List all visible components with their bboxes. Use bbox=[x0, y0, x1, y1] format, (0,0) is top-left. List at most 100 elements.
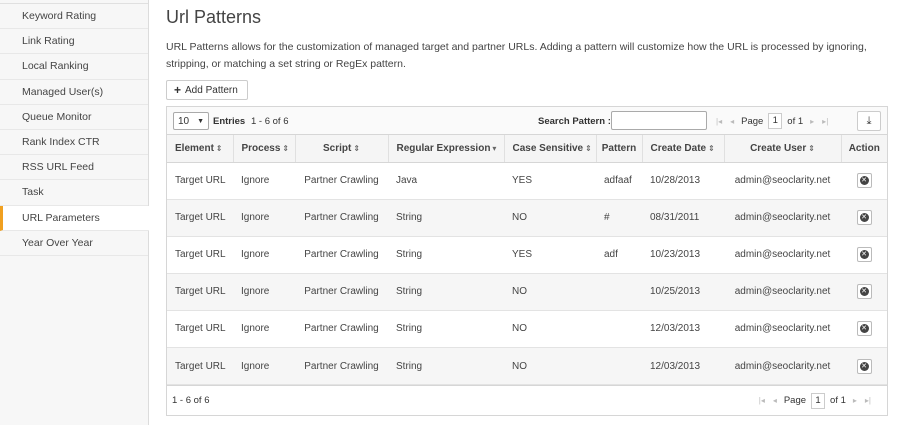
sort-icon: ⇕ bbox=[708, 143, 715, 153]
cell-pattern bbox=[596, 310, 642, 348]
cell-process: Ignore bbox=[233, 347, 295, 386]
sidebar-item-rank-index-ctr[interactable]: Rank Index CTR bbox=[0, 130, 148, 156]
first-page-icon[interactable]: |◂ bbox=[759, 396, 765, 405]
entries-label: Entries bbox=[213, 115, 246, 127]
delete-button[interactable]: ✕ bbox=[856, 173, 872, 189]
add-pattern-button[interactable]: + Add Pattern bbox=[166, 80, 248, 100]
cell-regex: Java bbox=[388, 162, 504, 200]
sidebar-item-managed-users[interactable]: Managed User(s) bbox=[0, 80, 148, 105]
cell-element: Target URL bbox=[167, 162, 233, 200]
delete-button[interactable]: ✕ bbox=[856, 284, 872, 300]
cell-case-sensitive: YES bbox=[504, 162, 596, 200]
cell-action: ✕ bbox=[841, 236, 887, 274]
sidebar-item-task[interactable]: Task bbox=[0, 180, 148, 206]
column-header-create-date[interactable]: Create Date ⇕ bbox=[642, 135, 725, 163]
page-number-input[interactable]: 1 bbox=[811, 392, 826, 409]
url-patterns-grid: 10 ▼ Entries 1 - 6 of 6 Search Pattern :… bbox=[166, 106, 888, 416]
cell-regex: String bbox=[388, 236, 504, 274]
cell-regex: String bbox=[388, 199, 504, 237]
footer-record-count: 1 - 6 of 6 bbox=[172, 395, 210, 406]
cell-action: ✕ bbox=[841, 273, 887, 311]
delete-button[interactable]: ✕ bbox=[856, 358, 872, 374]
sort-icon: ⇕ bbox=[808, 143, 815, 153]
delete-button[interactable]: ✕ bbox=[856, 321, 872, 337]
close-icon: ✕ bbox=[859, 287, 869, 297]
sort-icon: ⇕ bbox=[585, 143, 592, 153]
cell-pattern: adfaaf bbox=[596, 162, 642, 200]
cell-element: Target URL bbox=[167, 236, 233, 274]
cell-case-sensitive: NO bbox=[504, 273, 596, 311]
cell-action: ✕ bbox=[841, 347, 887, 386]
download-icon[interactable]: ⤓ bbox=[857, 111, 881, 131]
column-header-process[interactable]: Process ⇕ bbox=[233, 135, 296, 163]
last-page-icon[interactable]: ▸| bbox=[865, 396, 871, 405]
bottom-pager: |◂ ◂ Page 1 of 1 ▸ ▸| bbox=[755, 392, 875, 409]
plus-icon: + bbox=[174, 83, 182, 97]
cell-script: Partner Crawling bbox=[295, 199, 388, 237]
cell-create-date: 12/03/2013 bbox=[642, 347, 724, 386]
column-header-pattern[interactable]: Pattern bbox=[596, 135, 643, 163]
cell-create-date: 10/23/2013 bbox=[642, 236, 724, 274]
page-description: URL Patterns allows for the customizatio… bbox=[166, 41, 867, 70]
table-row: Target URL Ignore Partner Crawling Strin… bbox=[167, 199, 887, 237]
cell-create-user: admin@seoclarity.net bbox=[724, 199, 841, 237]
page-of-label: of 1 bbox=[830, 395, 846, 406]
column-header-action: Action bbox=[841, 135, 887, 163]
column-header-script[interactable]: Script ⇕ bbox=[295, 135, 389, 163]
grid-footer: 1 - 6 of 6 |◂ ◂ Page 1 of 1 ▸ ▸| bbox=[167, 385, 887, 415]
page-size-select[interactable]: 10 ▼ bbox=[173, 112, 209, 130]
cell-create-user: admin@seoclarity.net bbox=[724, 236, 841, 274]
page-number-input[interactable]: 1 bbox=[768, 113, 783, 129]
next-page-icon[interactable]: ▸ bbox=[853, 396, 857, 405]
search-pattern-input[interactable] bbox=[611, 111, 707, 130]
cell-pattern: # bbox=[596, 199, 642, 237]
cell-create-user: admin@seoclarity.net bbox=[724, 347, 841, 386]
sidebar-item-local-ranking[interactable]: Local Ranking bbox=[0, 54, 148, 80]
table-header-row: Element ⇕ Process ⇕ Script ⇕ Regular Expres… bbox=[167, 135, 887, 163]
cell-create-date: 10/28/2013 bbox=[642, 162, 724, 200]
sidebar: Keyword Rating Link Rating Local Ranking… bbox=[0, 0, 149, 425]
record-count: 1 - 6 of 6 bbox=[251, 115, 289, 127]
delete-button[interactable]: ✕ bbox=[856, 247, 872, 263]
column-header-case-sensitive[interactable]: Case Sensitive ⇕ bbox=[504, 135, 597, 163]
page-label: Page bbox=[741, 115, 764, 127]
cell-create-user: admin@seoclarity.net bbox=[724, 162, 841, 200]
sidebar-item-keyword-rating[interactable]: Keyword Rating bbox=[0, 4, 148, 30]
column-header-regular-expression[interactable]: Regular Expression ▾ bbox=[388, 135, 505, 163]
sidebar-item-link-rating[interactable]: Link Rating bbox=[0, 29, 148, 55]
first-page-icon[interactable]: |◂ bbox=[716, 117, 722, 126]
cell-regex: String bbox=[388, 347, 504, 386]
close-icon: ✕ bbox=[859, 250, 869, 260]
cell-action: ✕ bbox=[841, 162, 887, 200]
cell-element: Target URL bbox=[167, 347, 233, 386]
sort-icon: ⇕ bbox=[353, 143, 361, 153]
chevron-down-icon: ▼ bbox=[197, 117, 204, 125]
cell-case-sensitive: YES bbox=[504, 236, 596, 274]
cell-element: Target URL bbox=[167, 273, 233, 311]
cell-case-sensitive: NO bbox=[504, 347, 596, 386]
cell-create-date: 10/25/2013 bbox=[642, 273, 724, 311]
sidebar-item-queue-monitor[interactable]: Queue Monitor bbox=[0, 105, 148, 130]
sidebar-item-rss-url-feed[interactable]: RSS URL Feed bbox=[0, 155, 148, 181]
sort-down-icon: ▾ bbox=[492, 143, 497, 153]
column-header-element[interactable]: Element ⇕ bbox=[167, 135, 234, 163]
page-of-label: of 1 bbox=[787, 115, 804, 127]
column-header-create-user[interactable]: Create User ⇕ bbox=[724, 135, 842, 163]
next-page-icon[interactable]: ▸ bbox=[810, 117, 814, 126]
grid-toolbar: 10 ▼ Entries 1 - 6 of 6 Search Pattern :… bbox=[167, 107, 887, 135]
sidebar-item-url-parameters[interactable]: URL Parameters bbox=[0, 205, 149, 231]
patterns-table: Element ⇕ Process ⇕ Script ⇕ Regular Expres… bbox=[167, 135, 887, 386]
prev-page-icon[interactable]: ◂ bbox=[730, 117, 734, 126]
main-content: Url Patterns URL Patterns allows for the… bbox=[166, 0, 890, 416]
cell-regex: String bbox=[388, 310, 504, 348]
cell-element: Target URL bbox=[167, 310, 233, 348]
delete-button[interactable]: ✕ bbox=[856, 210, 872, 226]
cell-script: Partner Crawling bbox=[295, 236, 388, 274]
sidebar-item-year-over-year[interactable]: Year Over Year bbox=[0, 231, 148, 256]
sort-icon: ⇕ bbox=[282, 143, 290, 153]
cell-pattern: adf bbox=[596, 236, 642, 274]
cell-create-user: admin@seoclarity.net bbox=[724, 273, 841, 311]
last-page-icon[interactable]: ▸| bbox=[822, 117, 828, 126]
prev-page-icon[interactable]: ◂ bbox=[773, 396, 777, 405]
cell-pattern bbox=[596, 273, 642, 311]
